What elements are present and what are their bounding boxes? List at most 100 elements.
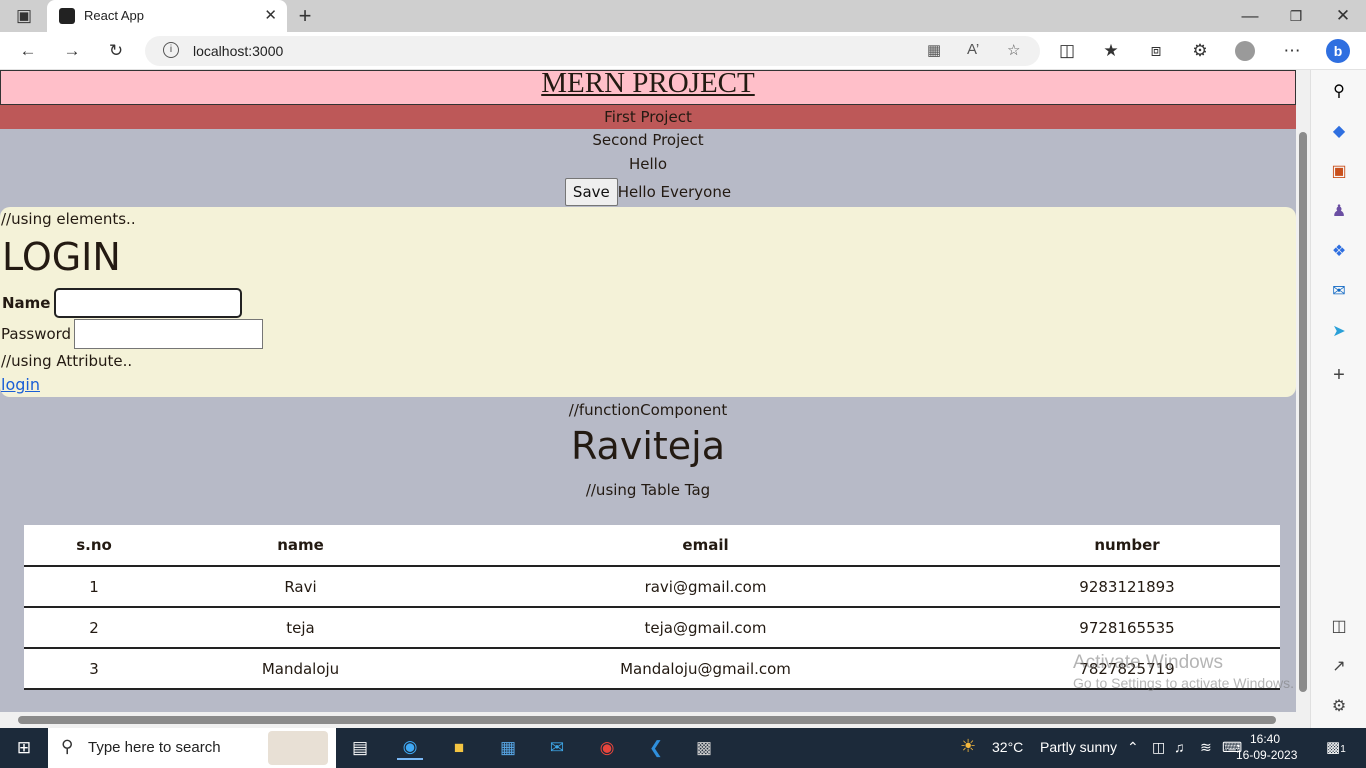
favorite-star-icon[interactable]: ☆	[1007, 41, 1020, 59]
show-hidden-icons[interactable]: ⌃	[1127, 739, 1139, 756]
windows-taskbar: ⊞ ⚲ Type here to search ▤ ◉ ■ ▦ ✉ ◉ ❮ ▩ …	[0, 728, 1366, 768]
minimize-window-button[interactable]: —	[1237, 3, 1263, 29]
network-icon[interactable]: ◫	[1152, 739, 1165, 756]
taskbar-search-box[interactable]: ⚲ Type here to search	[48, 728, 336, 768]
apps-icon[interactable]: ▦	[927, 41, 941, 59]
hide-sidebar-icon[interactable]: ◫	[1327, 615, 1351, 637]
tab-title: React App	[84, 8, 144, 23]
table-cell: ravi@gmail.com	[437, 566, 974, 608]
name-input[interactable]	[54, 288, 242, 318]
column-header: name	[164, 525, 437, 567]
reload-button[interactable]: ↻	[103, 38, 129, 64]
horizontal-scroll-thumb[interactable]	[18, 716, 1276, 724]
hello-text: Hello	[628, 155, 668, 173]
search-magnifier-icon: ⚲	[61, 737, 74, 756]
tab-actions-icon[interactable]: ▣	[11, 3, 37, 29]
notification-icon[interactable]: ▩1	[1326, 738, 1346, 756]
more-menu-icon[interactable]: ⋯	[1279, 38, 1305, 64]
function-component-comment: //functionComponent	[568, 401, 728, 419]
split-screen-icon[interactable]: ◫	[1054, 38, 1080, 64]
search-highlight-image	[268, 731, 328, 765]
shopping-tag-icon[interactable]: ◆	[1327, 120, 1351, 142]
using-table-comment: //using Table Tag	[585, 481, 711, 499]
settings-gear-icon[interactable]: ⚙	[1327, 695, 1351, 717]
password-input[interactable]	[74, 319, 263, 349]
browser-tab-bar: ▣ React App ✕ + — ❐ ✕	[0, 0, 1366, 32]
send-icon[interactable]: ➤	[1327, 320, 1351, 342]
collections-icon[interactable]: ⧈	[1143, 38, 1169, 64]
table-cell: Mandaloju	[164, 648, 437, 690]
tab-close-icon[interactable]: ✕	[264, 6, 277, 24]
back-button[interactable]: ←	[15, 38, 41, 64]
open-external-icon[interactable]: ↗	[1327, 655, 1351, 677]
table-row: 2 teja teja@gmail.com 9728165535	[24, 607, 1280, 649]
windows-start-icon[interactable]: ⊞	[11, 736, 37, 760]
restore-window-button[interactable]: ❐	[1283, 3, 1309, 29]
name-label: Name :	[2, 294, 62, 312]
clock-date[interactable]: 16-09-2023	[1236, 748, 1297, 762]
task-view-icon[interactable]: ▤	[347, 736, 373, 760]
watermark-line2: Go to Settings to activate Windows.	[1073, 675, 1294, 691]
vscode-icon[interactable]: ❮	[643, 736, 669, 760]
chrome-icon[interactable]: ◉	[594, 736, 620, 760]
table-cell: 9283121893	[974, 566, 1280, 608]
notification-count: 1	[1340, 744, 1346, 755]
vertical-scrollbar[interactable]	[1296, 70, 1310, 712]
copilot-icon[interactable]: b	[1325, 38, 1351, 64]
password-label: Password :	[1, 325, 81, 343]
first-project-text: First Project	[0, 105, 1296, 129]
column-header: number	[974, 525, 1280, 567]
wifi-icon[interactable]: ≋	[1200, 739, 1212, 756]
page-header: MERN PROJECT	[0, 70, 1296, 105]
react-favicon-icon	[59, 8, 75, 24]
edge-sidebar: ⚲ ◆ ▣ ♟ ❖ ✉ ➤ + ◫ ↗ ⚙	[1310, 70, 1366, 728]
site-info-icon[interactable]: i	[163, 42, 179, 58]
add-sidebar-app-icon[interactable]: +	[1327, 364, 1351, 386]
mail-icon[interactable]: ✉	[544, 736, 570, 760]
file-explorer-icon[interactable]: ■	[446, 736, 472, 760]
tools-icon[interactable]: ▣	[1327, 160, 1351, 182]
header-title: MERN PROJECT	[541, 70, 755, 99]
forward-button[interactable]: →	[59, 38, 85, 64]
save-button[interactable]: Save	[564, 178, 618, 206]
microsoft365-icon[interactable]: ❖	[1327, 240, 1351, 262]
weather-icon[interactable]: ☀	[960, 736, 976, 757]
weather-text[interactable]: Partly sunny	[1040, 739, 1117, 755]
volume-icon[interactable]: ♫	[1174, 739, 1185, 755]
search-icon[interactable]: ⚲	[1327, 80, 1351, 102]
vertical-scroll-thumb[interactable]	[1299, 132, 1307, 692]
page-viewport: MERN PROJECT First Project Second Projec…	[0, 70, 1296, 712]
search-placeholder: Type here to search	[88, 739, 221, 756]
browser-toolbar: ← → ↻ i localhost:3000 ▦ A’ ☆ ◫ ★ ⧈ ⚙ ⋯ …	[0, 32, 1366, 70]
table-cell: 1	[24, 566, 164, 608]
new-tab-button[interactable]: +	[292, 3, 318, 29]
horizontal-scrollbar[interactable]	[0, 712, 1310, 728]
weather-temp[interactable]: 32°C	[992, 739, 1023, 755]
outlook-icon[interactable]: ✉	[1327, 280, 1351, 302]
table-cell: Mandaloju@gmail.com	[437, 648, 974, 690]
terminal-icon[interactable]: ▩	[691, 736, 717, 760]
read-aloud-icon[interactable]: A’	[967, 41, 979, 58]
hello-everyone-text: Hello Everyone	[617, 183, 732, 201]
column-header: s.no	[24, 525, 164, 567]
using-attribute-comment: //using Attribute..	[1, 352, 133, 370]
login-link[interactable]: login	[1, 375, 40, 394]
table-cell: Ravi	[164, 566, 437, 608]
url-text[interactable]: localhost:3000	[193, 43, 283, 59]
close-window-button[interactable]: ✕	[1330, 3, 1356, 29]
extensions-icon[interactable]: ⚙	[1187, 38, 1213, 64]
activate-windows-watermark: Activate Windows Go to Settings to activ…	[1073, 652, 1294, 694]
table-header-row: s.no name email number	[24, 525, 1280, 567]
table-row: 1 Ravi ravi@gmail.com 9283121893	[24, 566, 1280, 608]
address-bar[interactable]: i localhost:3000 ▦ A’ ☆	[145, 36, 1040, 66]
clock-time[interactable]: 16:40	[1250, 732, 1280, 746]
edge-taskbar-icon[interactable]: ◉	[397, 736, 423, 760]
favorites-icon[interactable]: ★	[1098, 38, 1124, 64]
games-icon[interactable]: ♟	[1327, 200, 1351, 222]
watermark-line1: Activate Windows	[1073, 652, 1223, 673]
browser-tab[interactable]: React App ✕	[47, 0, 287, 32]
column-header: email	[437, 525, 974, 567]
profile-avatar[interactable]	[1232, 38, 1258, 64]
store-icon[interactable]: ▦	[495, 736, 521, 760]
save-row: Save Hello Everyone	[0, 178, 1296, 206]
